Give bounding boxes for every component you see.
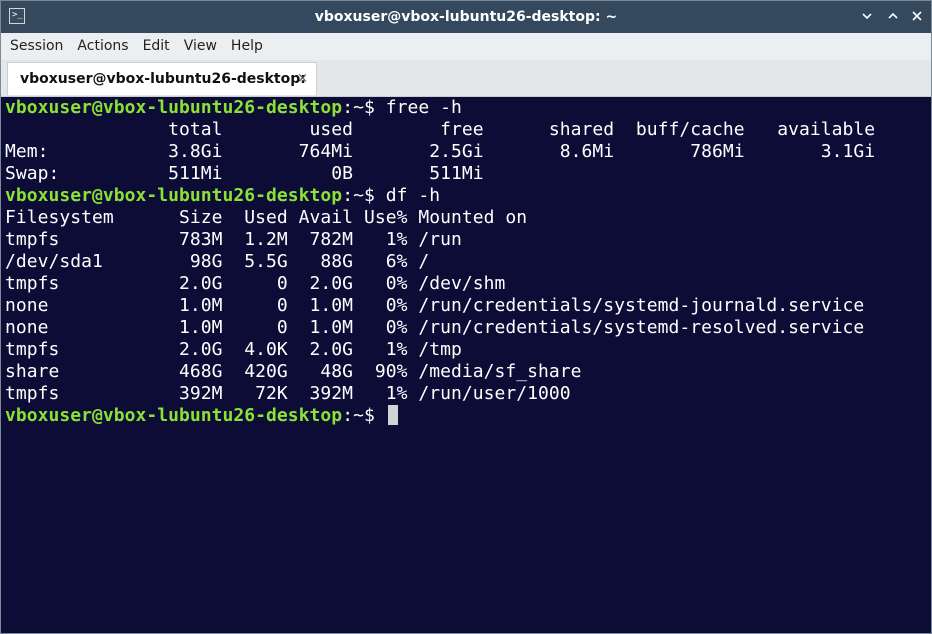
prompt-user-host: vboxuser@vbox-lubuntu26-desktop [5, 97, 343, 118]
text-cursor [387, 405, 398, 425]
menu-edit[interactable]: Edit [136, 33, 177, 60]
output-line: none 1.0M 0 1.0M 0% /run/credentials/sys… [5, 317, 865, 338]
output-line: tmpfs 2.0G 4.0K 2.0G 1% /tmp [5, 339, 462, 360]
output-line: Swap: 511Mi 0B 511Mi [5, 163, 484, 184]
output-line: tmpfs 2.0G 0 2.0G 0% /dev/shm [5, 273, 506, 294]
menu-session[interactable]: Session [1, 33, 70, 60]
minimize-icon[interactable] [857, 7, 877, 27]
output-line: total used free shared buff/cache availa… [5, 119, 876, 140]
prompt-path: :~$ [342, 185, 386, 206]
maximize-icon[interactable] [883, 7, 903, 27]
tab-terminal-session[interactable]: vboxuser@vbox-lubuntu26-desktop: ~ × [7, 62, 317, 119]
output-line: Filesystem Size Used Avail Use% Mounted … [5, 207, 528, 228]
prompt-path: :~$ [342, 97, 386, 118]
prompt-user-host: vboxuser@vbox-lubuntu26-desktop [5, 405, 343, 426]
prompt-line: vboxuser@vbox-lubuntu26-desktop:~$ [5, 405, 398, 427]
menu-bar: Session Actions Edit View Help [1, 33, 931, 60]
prompt-line: vboxuser@vbox-lubuntu26-desktop:~$ df -h [5, 185, 440, 207]
menu-help[interactable]: Help [224, 33, 270, 60]
output-line: tmpfs 392M 72K 392M 1% /run/user/1000 [5, 383, 571, 404]
terminal-output-area[interactable]: vboxuser@vbox-lubuntu26-desktop:~$ free … [1, 97, 931, 633]
title-bar[interactable]: >_ vboxuser@vbox-lubuntu26-desktop: ~ [1, 1, 931, 33]
menu-view[interactable]: View [177, 33, 224, 60]
terminal-window: >_ vboxuser@vbox-lubuntu26-desktop: ~ Se… [0, 0, 932, 634]
output-line: tmpfs 783M 1.2M 782M 1% /run [5, 229, 462, 250]
output-line: /dev/sda1 98G 5.5G 88G 6% / [5, 251, 430, 272]
command-text: df -h [385, 185, 441, 206]
tab-bar: vboxuser@vbox-lubuntu26-desktop: ~ × [1, 60, 931, 119]
output-line: Mem: 3.8Gi 764Mi 2.5Gi 8.6Mi 786Mi 3.1Gi [5, 141, 876, 162]
output-line: share 468G 420G 48G 90% /media/sf_share [5, 361, 582, 382]
menu-actions[interactable]: Actions [70, 33, 135, 60]
window-title: vboxuser@vbox-lubuntu26-desktop: ~ [314, 9, 618, 25]
command-text: free -h [385, 97, 462, 118]
prompt-path: :~$ [342, 405, 386, 426]
prompt-user-host: vboxuser@vbox-lubuntu26-desktop [5, 185, 343, 206]
output-line: none 1.0M 0 1.0M 0% /run/credentials/sys… [5, 295, 865, 316]
close-icon[interactable] [907, 7, 927, 27]
tab-close-icon[interactable]: × [297, 63, 308, 95]
prompt-line: vboxuser@vbox-lubuntu26-desktop:~$ free … [5, 97, 462, 119]
